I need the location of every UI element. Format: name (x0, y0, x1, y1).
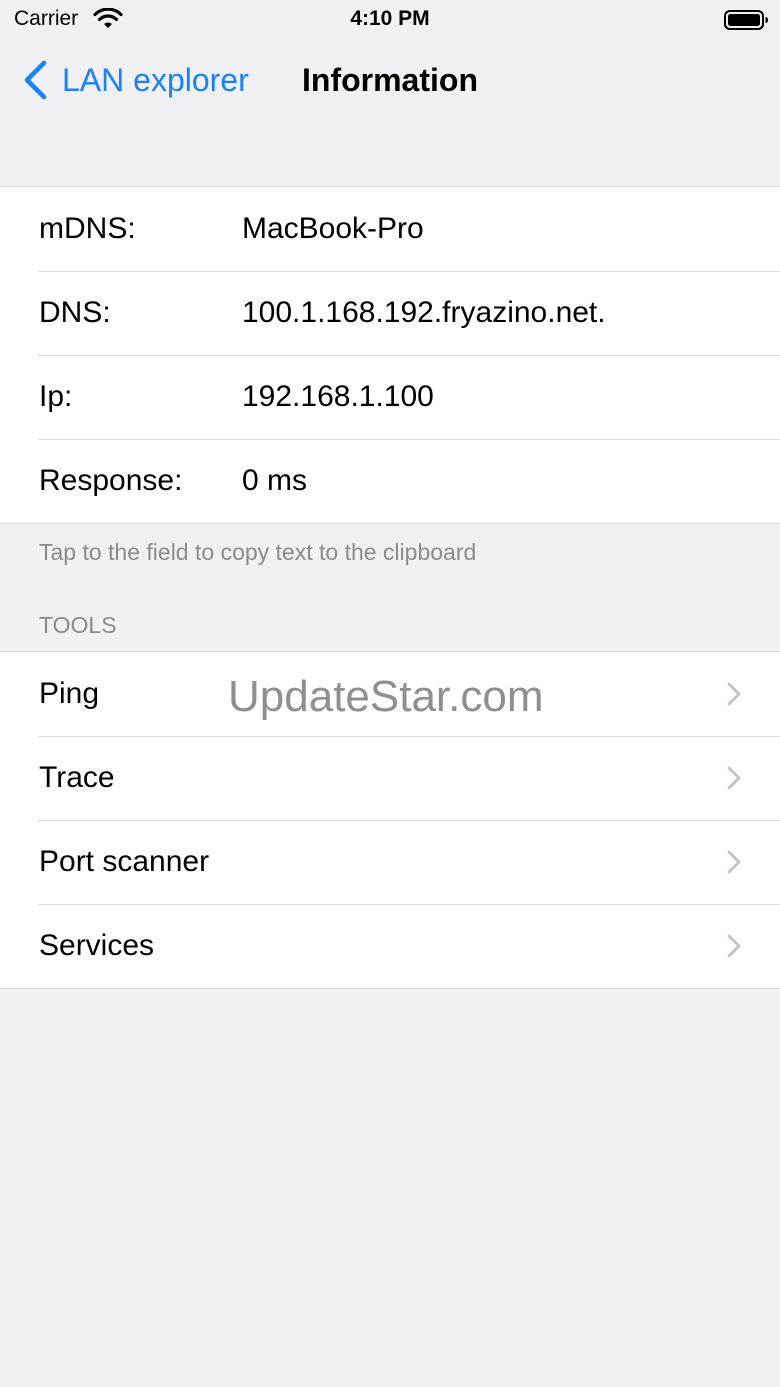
tools-group: Ping Trace Port scanner Services (0, 651, 780, 989)
clock: 4:10 PM (350, 7, 430, 30)
info-group: mDNS: MacBook-Pro DNS: 100.1.168.192.fry… (0, 186, 780, 524)
tools-section-header: TOOLS (39, 612, 117, 638)
info-label: Response: (39, 464, 183, 497)
chevron-right-icon (727, 766, 741, 790)
page-title: Information (302, 62, 478, 98)
info-row-dns[interactable]: DNS: 100.1.168.192.fryazino.net. (0, 271, 780, 355)
tool-label: Ping (39, 677, 100, 710)
info-row-ip[interactable]: Ip: 192.168.1.100 (0, 355, 780, 439)
info-value: 100.1.168.192.fryazino.net. (242, 296, 606, 329)
info-label: Ip: (39, 380, 73, 413)
tool-row-services[interactable]: Services (0, 904, 780, 988)
tool-label: Services (39, 929, 155, 962)
navigation-bar: LAN explorer Information (0, 40, 780, 120)
info-row-response[interactable]: Response: 0 ms (0, 439, 780, 523)
info-value: 192.168.1.100 (242, 380, 434, 413)
chevron-right-icon (727, 850, 741, 874)
tool-label: Trace (39, 761, 115, 794)
tool-row-ping[interactable]: Ping (0, 652, 780, 736)
tool-row-trace[interactable]: Trace (0, 736, 780, 820)
info-label: DNS: (39, 296, 111, 329)
battery-icon (724, 10, 768, 30)
info-value: 0 ms (242, 464, 308, 497)
clipboard-hint: Tap to the field to copy text to the cli… (39, 539, 477, 565)
tool-label: Port scanner (39, 845, 210, 878)
info-row-mdns[interactable]: mDNS: MacBook-Pro (0, 187, 780, 271)
tool-row-port-scanner[interactable]: Port scanner (0, 820, 780, 904)
chevron-right-icon (727, 682, 741, 706)
info-label: mDNS: (39, 212, 136, 245)
status-bar: Carrier 4:10 PM (0, 0, 780, 40)
info-value: MacBook-Pro (242, 212, 424, 245)
chevron-right-icon (727, 934, 741, 958)
